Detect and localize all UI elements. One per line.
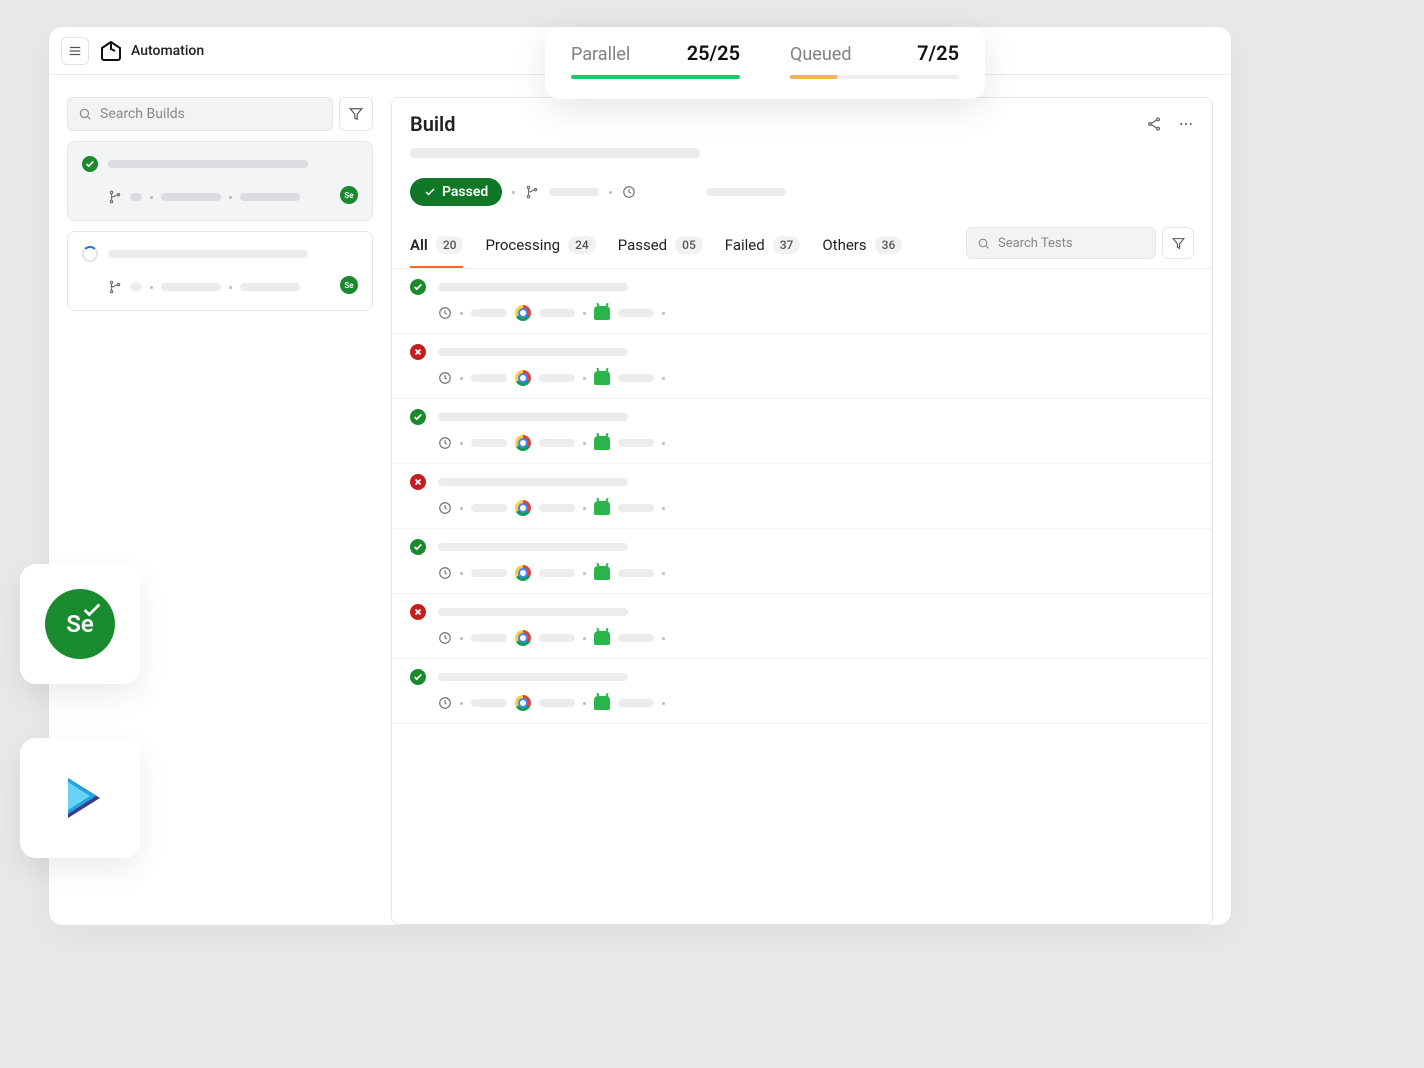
- status-badge-label: Passed: [442, 184, 488, 200]
- share-icon[interactable]: [1146, 116, 1162, 132]
- tabs-row: All 20 Processing 24 Passed 05 Failed 37 Others 3…: [392, 224, 1212, 269]
- test-row[interactable]: [392, 269, 1212, 334]
- tabs: All 20 Processing 24 Passed 05 Failed 37 Others 3…: [410, 224, 942, 268]
- clock-icon: [438, 371, 452, 385]
- tab-count: 05: [675, 236, 703, 254]
- search-icon: [977, 237, 990, 250]
- tab-label: Others: [822, 236, 866, 254]
- chrome-icon: [515, 305, 531, 321]
- status-running-icon: [82, 246, 98, 262]
- clock-icon: [438, 306, 452, 320]
- clock-icon: [438, 566, 452, 580]
- selenium-badge: Se: [340, 186, 358, 204]
- metric-label: Parallel: [571, 44, 630, 65]
- build-card[interactable]: Se: [67, 141, 373, 221]
- metric-parallel: Parallel 25/25: [571, 41, 740, 79]
- builds-filter-button[interactable]: [339, 97, 373, 131]
- branch-icon: [525, 185, 539, 199]
- android-icon: [594, 436, 610, 450]
- app-title: Automation: [131, 43, 204, 59]
- tab-label: Passed: [618, 236, 667, 254]
- tab-label: All: [410, 236, 428, 254]
- test-row[interactable]: [392, 529, 1212, 594]
- tab-count: 20: [436, 236, 464, 254]
- metric-queued: Queued 7/25: [790, 41, 959, 79]
- tab-passed[interactable]: Passed 05: [618, 224, 703, 268]
- chrome-icon: [515, 695, 531, 711]
- more-icon[interactable]: [1178, 116, 1194, 132]
- status-badge: Passed: [410, 178, 502, 206]
- builds-search-placeholder: Search Builds: [100, 106, 185, 122]
- build-detail-panel: Build Passed: [391, 97, 1213, 925]
- selenium-logo-card: Se: [20, 564, 140, 684]
- menu-button[interactable]: [61, 37, 89, 65]
- test-row[interactable]: [392, 659, 1212, 724]
- build-card[interactable]: Se: [67, 231, 373, 311]
- tab-failed[interactable]: Failed 37: [725, 224, 801, 268]
- filter-icon: [1172, 237, 1185, 250]
- test-row[interactable]: [392, 334, 1212, 399]
- tab-count: 36: [875, 236, 903, 254]
- app-window: Automation Search Builds: [48, 26, 1232, 926]
- tab-label: Processing: [485, 236, 560, 254]
- content-area: Search Builds: [49, 75, 1231, 925]
- android-icon: [594, 306, 610, 320]
- chrome-icon: [515, 500, 531, 516]
- android-icon: [594, 371, 610, 385]
- status-failed-icon: [410, 344, 426, 360]
- clock-icon: [438, 501, 452, 515]
- status-passed-icon: [410, 279, 426, 295]
- playwright-icon: [50, 768, 110, 828]
- tab-processing[interactable]: Processing 24: [485, 224, 595, 268]
- clock-icon: [438, 436, 452, 450]
- search-icon: [78, 107, 92, 121]
- selenium-badge: Se: [340, 276, 358, 294]
- build-title: Build: [410, 112, 456, 136]
- builds-search-input[interactable]: Search Builds: [67, 97, 333, 131]
- status-passed-icon: [410, 669, 426, 685]
- tab-all[interactable]: All 20: [410, 224, 463, 268]
- chrome-icon: [515, 565, 531, 581]
- tests-search-placeholder: Search Tests: [998, 236, 1073, 251]
- status-failed-icon: [410, 474, 426, 490]
- selenium-icon: Se: [45, 589, 115, 659]
- test-row[interactable]: [392, 464, 1212, 529]
- metric-value: 7/25: [917, 41, 959, 65]
- tab-others[interactable]: Others 36: [822, 224, 902, 268]
- android-icon: [594, 631, 610, 645]
- status-passed-icon: [410, 539, 426, 555]
- tests-search-input[interactable]: Search Tests: [966, 227, 1156, 259]
- tests-list: [392, 269, 1212, 924]
- metric-label: Queued: [790, 44, 851, 65]
- tab-count: 24: [568, 236, 596, 254]
- clock-icon: [438, 696, 452, 710]
- playwright-logo-card: [20, 738, 140, 858]
- build-header: Build Passed: [392, 98, 1212, 224]
- metric-value: 25/25: [687, 41, 740, 65]
- status-passed-icon: [410, 409, 426, 425]
- tests-filter-button[interactable]: [1162, 227, 1194, 259]
- tab-label: Failed: [725, 236, 765, 254]
- filter-icon: [349, 107, 363, 121]
- branch-icon: [108, 280, 122, 294]
- tab-count: 37: [773, 236, 801, 254]
- status-failed-icon: [410, 604, 426, 620]
- clock-icon: [438, 631, 452, 645]
- android-icon: [594, 566, 610, 580]
- android-icon: [594, 501, 610, 515]
- status-passed-icon: [82, 156, 98, 172]
- test-row[interactable]: [392, 594, 1212, 659]
- clock-icon: [622, 185, 636, 199]
- branch-icon: [108, 190, 122, 204]
- android-icon: [594, 696, 610, 710]
- app-logo: [99, 39, 123, 63]
- chrome-icon: [515, 370, 531, 386]
- chrome-icon: [515, 630, 531, 646]
- test-row[interactable]: [392, 399, 1212, 464]
- metrics-card: Parallel 25/25 Queued 7/25: [545, 27, 985, 99]
- chrome-icon: [515, 435, 531, 451]
